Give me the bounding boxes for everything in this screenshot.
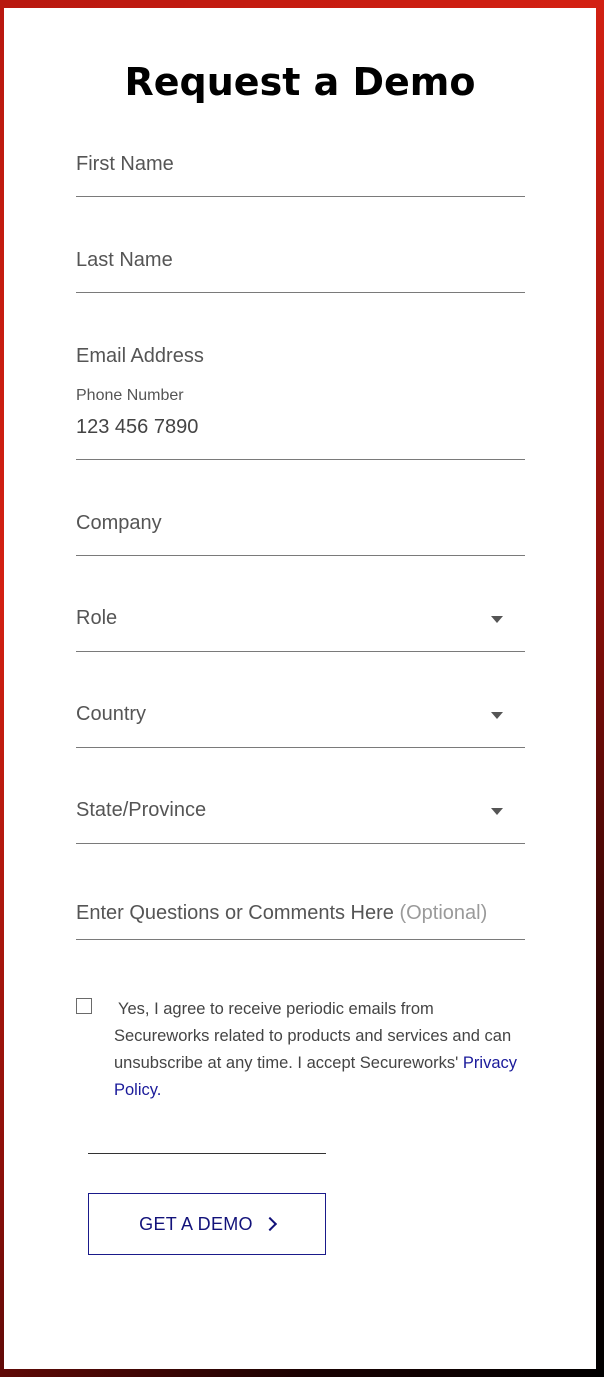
first-name-field[interactable]: First Name (76, 148, 525, 197)
get-demo-label: GET A DEMO (139, 1213, 253, 1234)
consent-text: Yes, I agree to receive periodic emails … (114, 996, 530, 1104)
company-label: Company (76, 512, 162, 534)
phone-field[interactable]: Phone Number 123 456 7890 (76, 384, 525, 460)
state-label: State/Province (76, 799, 207, 821)
last-name-field[interactable]: Last Name (76, 244, 525, 293)
comments-field[interactable]: Enter Questions or Comments Here (Option… (76, 896, 525, 940)
request-demo-panel: Request a Demo First Name Last Name Emai… (4, 8, 596, 1369)
email-field[interactable]: Email Address (76, 340, 525, 370)
chevron-down-icon (491, 712, 503, 719)
chevron-right-icon (262, 1216, 277, 1232)
chevron-down-icon (491, 616, 503, 623)
role-label: Role (76, 607, 118, 629)
state-select[interactable]: State/Province (76, 795, 525, 844)
optional-tag: (Optional) (399, 902, 488, 924)
last-name-label: Last Name (76, 249, 173, 271)
comments-label: Enter Questions or Comments Here (Option… (76, 901, 487, 925)
country-label: Country (76, 703, 147, 725)
email-label: Email Address (76, 345, 204, 367)
role-select[interactable]: Role (76, 603, 525, 652)
chevron-down-icon (491, 808, 503, 815)
divider (88, 1153, 326, 1154)
phone-value: 123 456 7890 (76, 416, 199, 438)
company-field[interactable]: Company (76, 507, 525, 556)
consent-message: Yes, I agree to receive periodic emails … (114, 1000, 512, 1072)
consent-checkbox[interactable] (76, 998, 92, 1014)
comments-label-text: Enter Questions or Comments Here (76, 902, 394, 924)
page-title: Request a Demo (124, 60, 476, 104)
phone-label: Phone Number (76, 387, 184, 404)
first-name-label: First Name (76, 153, 174, 175)
get-demo-button[interactable]: GET A DEMO (88, 1193, 326, 1255)
country-select[interactable]: Country (76, 699, 525, 748)
